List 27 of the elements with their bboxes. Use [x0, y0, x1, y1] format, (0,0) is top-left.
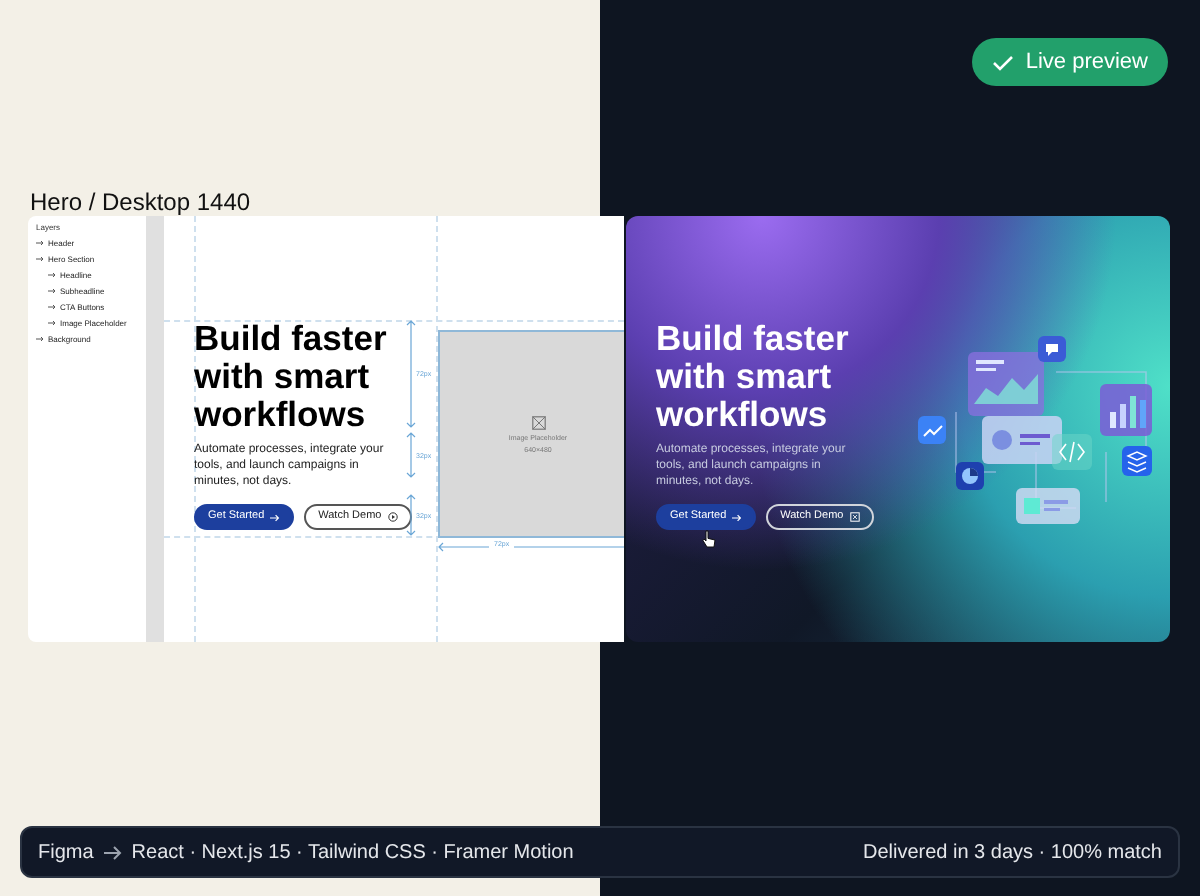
dimension-arrow	[406, 432, 416, 478]
square-icon	[849, 512, 860, 522]
arrow-icon	[36, 336, 44, 342]
hero-headline: Build faster with smart workflows	[656, 320, 851, 434]
check-icon	[991, 53, 1014, 71]
play-circle-icon	[387, 512, 398, 522]
live-preview-badge: Live preview	[971, 38, 1168, 86]
arrow-icon	[36, 256, 44, 262]
cursor-icon	[702, 530, 716, 548]
hero-headline: Build faster with smart workflows	[194, 320, 389, 434]
dimension-arrow	[406, 494, 416, 536]
frame-title: Hero / Desktop 1440	[30, 188, 251, 216]
arrow-right-icon	[732, 513, 743, 521]
delivery-text: Delivered in 3 days · 100% match	[862, 839, 1162, 867]
arrow-icon	[36, 240, 44, 246]
image-icon	[531, 415, 545, 429]
arrow-icon	[48, 320, 56, 326]
arrow-right-icon	[103, 845, 122, 859]
arrow-icon	[48, 272, 56, 278]
source-tool-label: Figma	[38, 839, 94, 867]
dimension-arrow	[438, 542, 490, 552]
dimension-line	[514, 542, 624, 552]
arrow-icon	[48, 304, 56, 310]
arrow-icon	[48, 288, 56, 294]
arrow-right-icon	[270, 513, 281, 521]
tech-stack-text: React · Next.js 15 · Tailwind CSS · Framer Motion	[131, 839, 574, 867]
dimension-arrow	[406, 320, 416, 428]
